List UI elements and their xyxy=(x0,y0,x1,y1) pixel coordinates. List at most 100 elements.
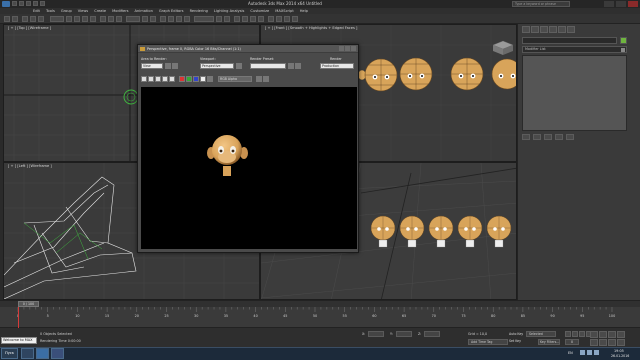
flag-icon[interactable] xyxy=(594,350,599,355)
blue-channel-icon[interactable] xyxy=(193,76,199,82)
pin-stack-icon[interactable] xyxy=(522,134,530,140)
reference-coord-dropdown[interactable] xyxy=(126,16,140,22)
modify-tab-icon[interactable] xyxy=(531,26,539,33)
channel-display-dropdown[interactable]: RGB Alpha xyxy=(218,76,252,82)
create-tab-icon[interactable] xyxy=(522,26,530,33)
schematic-view-icon[interactable] xyxy=(258,16,264,22)
mirror-icon[interactable] xyxy=(216,16,222,22)
help-search-input[interactable]: Type a keyword or phrase xyxy=(512,1,570,7)
curve-editor-icon[interactable] xyxy=(250,16,256,22)
render-setup-icon[interactable] xyxy=(288,63,294,69)
go-to-start-icon[interactable] xyxy=(565,331,571,337)
bind-space-warp-icon[interactable] xyxy=(38,16,44,22)
selection-filter-dropdown[interactable] xyxy=(50,16,64,22)
previous-frame-icon[interactable] xyxy=(572,331,578,337)
material-editor-icon[interactable] xyxy=(268,16,274,22)
remove-modifier-icon[interactable] xyxy=(555,134,563,140)
monkey-head-model-2[interactable] xyxy=(399,57,433,91)
green-channel-icon[interactable] xyxy=(186,76,192,82)
clock-date[interactable]: 26.01.2016 xyxy=(611,354,629,358)
toggle-ui-icon[interactable] xyxy=(263,76,269,82)
layer-manager-icon[interactable] xyxy=(234,16,240,22)
select-object-icon[interactable] xyxy=(66,16,72,22)
render-setup-icon[interactable] xyxy=(276,16,282,22)
align-icon[interactable] xyxy=(224,16,230,22)
zoom-icon[interactable] xyxy=(590,331,598,338)
auto-key-label[interactable]: Auto Key xyxy=(509,332,523,336)
motion-tab-icon[interactable] xyxy=(549,26,557,33)
time-slider-track[interactable] xyxy=(0,300,640,307)
red-channel-icon[interactable] xyxy=(179,76,185,82)
photoshop-taskbar-icon[interactable] xyxy=(51,348,64,359)
unlink-icon[interactable] xyxy=(30,16,36,22)
clone-frame-icon[interactable] xyxy=(155,76,161,82)
graphite-ribbon-icon[interactable] xyxy=(242,16,248,22)
viewport-left-label[interactable]: [ + ] [Left ] [Wireframe ] xyxy=(8,164,52,168)
auto-region-icon[interactable] xyxy=(172,63,178,69)
display-tab-icon[interactable] xyxy=(558,26,566,33)
area-to-render-dropdown[interactable]: View xyxy=(141,63,163,69)
viewport-front-label[interactable]: [ + ] [Front ] [Smooth + Highlights + Ed… xyxy=(265,26,357,30)
play-icon[interactable] xyxy=(579,331,585,337)
rotate-icon[interactable] xyxy=(108,16,114,22)
selection-region-icon[interactable] xyxy=(82,16,88,22)
render-button-label[interactable]: Render xyxy=(330,57,342,61)
move-icon[interactable] xyxy=(100,16,106,22)
clock-time[interactable]: 19:05 xyxy=(614,349,624,353)
rendered-frame-window-icon[interactable] xyxy=(284,16,290,22)
view-cube-icon[interactable] xyxy=(492,40,514,55)
y-coord-field[interactable] xyxy=(396,331,412,337)
minimize-button[interactable] xyxy=(604,1,614,7)
toggle-ui-overlays-icon[interactable] xyxy=(256,76,262,82)
language-indicator[interactable]: EN xyxy=(568,351,573,355)
z-coord-field[interactable] xyxy=(424,331,440,337)
maximize-button[interactable] xyxy=(345,46,350,51)
snaps-toggle-icon[interactable] xyxy=(160,16,166,22)
object-color-swatch[interactable] xyxy=(620,37,627,44)
network-icon[interactable] xyxy=(580,350,585,355)
minimize-button[interactable] xyxy=(339,46,344,51)
monkey-head-model-3[interactable] xyxy=(450,57,484,91)
zoom-all-icon[interactable] xyxy=(599,331,607,338)
close-button[interactable] xyxy=(351,46,356,51)
field-of-view-icon[interactable] xyxy=(590,339,598,346)
undo-tool-icon[interactable] xyxy=(4,16,10,22)
orbit-icon[interactable] xyxy=(608,339,616,346)
utilities-tab-icon[interactable] xyxy=(567,26,575,33)
save-image-icon[interactable] xyxy=(141,76,147,82)
app-logo-icon[interactable] xyxy=(2,1,10,7)
pivot-point-icon[interactable] xyxy=(142,16,148,22)
add-time-tag-button[interactable]: Add Time Tag xyxy=(468,339,508,345)
clear-icon[interactable] xyxy=(169,76,175,82)
key-selection-dropdown[interactable]: Selected xyxy=(526,331,556,337)
rendered-frame-window[interactable]: Perspective, frame 0, RGBA Color 16 Bits… xyxy=(137,44,359,253)
configure-sets-icon[interactable] xyxy=(566,134,574,140)
lock-viewport-icon[interactable] xyxy=(236,63,242,69)
percent-snap-icon[interactable] xyxy=(176,16,182,22)
render-preset-dropdown[interactable] xyxy=(250,63,286,69)
start-button[interactable]: Пуск xyxy=(1,348,18,359)
print-image-icon[interactable] xyxy=(162,76,168,82)
link-icon[interactable] xyxy=(22,16,28,22)
redo-tool-icon[interactable] xyxy=(12,16,18,22)
copy-image-icon[interactable] xyxy=(148,76,154,82)
key-filters-button[interactable]: Key Filters... xyxy=(538,339,560,345)
explorer-taskbar-icon[interactable] xyxy=(21,348,34,359)
monkey-head-row[interactable] xyxy=(370,215,512,248)
save-file-icon[interactable] xyxy=(26,1,31,6)
render-mode-dropdown[interactable]: Production xyxy=(320,63,354,69)
spinner-snap-icon[interactable] xyxy=(184,16,190,22)
alpha-channel-icon[interactable] xyxy=(200,76,206,82)
zoom-extents-all-icon[interactable] xyxy=(617,331,625,338)
pan-icon[interactable] xyxy=(599,339,607,346)
open-file-icon[interactable] xyxy=(19,1,24,6)
window-crossing-icon[interactable] xyxy=(90,16,96,22)
angle-snap-icon[interactable] xyxy=(168,16,174,22)
hierarchy-tab-icon[interactable] xyxy=(540,26,548,33)
scale-icon[interactable] xyxy=(116,16,122,22)
3ds-max-taskbar-icon[interactable] xyxy=(36,348,49,359)
track-bar[interactable]: 0510152025303540455055606570758085909510… xyxy=(0,307,640,328)
render-production-icon[interactable] xyxy=(292,16,298,22)
select-by-name-icon[interactable] xyxy=(74,16,80,22)
object-name-field[interactable] xyxy=(522,37,617,44)
